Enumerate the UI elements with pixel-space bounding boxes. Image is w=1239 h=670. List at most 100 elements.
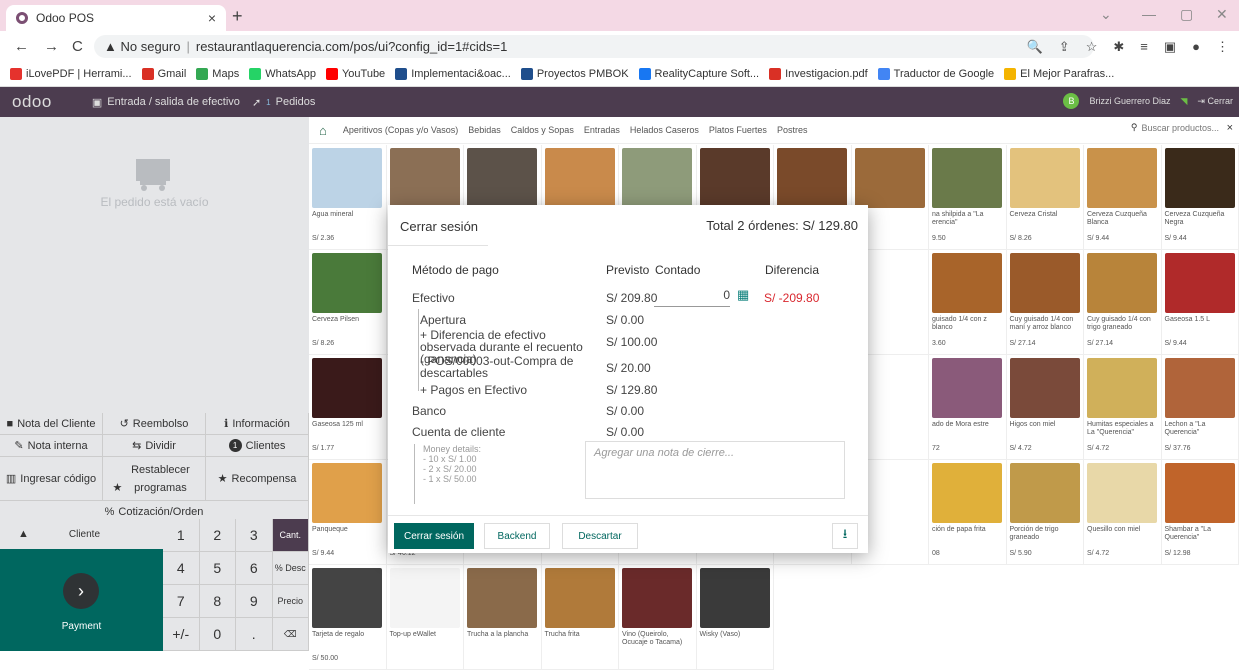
product-search[interactable]: ⚲ Buscar productos... × xyxy=(1131,122,1219,133)
key-0[interactable]: 0 xyxy=(200,618,237,651)
backspace-key[interactable]: ⌫ xyxy=(273,618,310,651)
sidepanel-icon[interactable]: ▣ xyxy=(1164,39,1176,55)
product-card[interactable]: Cerveza PilsenS/ 8.26 xyxy=(309,250,387,355)
product-card[interactable]: Shambar a "La Querencia"S/ 12.98 xyxy=(1162,460,1239,565)
home-icon[interactable]: ⌂ xyxy=(319,123,327,138)
product-card[interactable]: Humitas especiales a La "Querencia"S/ 4.… xyxy=(1084,355,1162,460)
internal-note-button[interactable]: ✎Nota interna xyxy=(0,435,103,457)
customer-note-button[interactable]: ■Nota del Cliente xyxy=(0,413,103,435)
search-input[interactable]: Buscar productos... xyxy=(1141,123,1219,133)
category-item[interactable]: Entradas xyxy=(584,125,620,135)
key-2[interactable]: 2 xyxy=(200,519,237,552)
closing-note-textarea[interactable]: Agregar una nota de cierre... xyxy=(585,441,845,499)
product-card[interactable]: Wisky (Vaso) xyxy=(697,565,775,670)
customers-button[interactable]: 1Clientes xyxy=(206,435,309,457)
reset-programs-button[interactable]: ★ Restablecer programas xyxy=(103,457,206,501)
product-card[interactable]: guisado 1/4 con z blanco3.60 xyxy=(929,250,1007,355)
bookmark-item[interactable]: YouTube xyxy=(326,68,385,80)
product-card[interactable]: Higos con mielS/ 4.72 xyxy=(1007,355,1085,460)
new-tab-button[interactable]: + xyxy=(232,6,243,27)
key-6[interactable]: 6 xyxy=(236,552,273,585)
extensions-icon[interactable]: ✱ xyxy=(1113,39,1124,55)
url-bar[interactable]: ▲ No seguro | restaurantlaquerencia.com/… xyxy=(94,35,1094,58)
cash-counted-input[interactable]: 0 xyxy=(654,288,730,307)
close-session-button[interactable]: Cerrar sesión xyxy=(394,523,474,549)
orders-button[interactable]: ➚1Pedidos xyxy=(252,96,315,109)
key-8[interactable]: 8 xyxy=(200,585,237,618)
quantity-mode-button[interactable]: Cant. xyxy=(273,519,310,552)
tab-close-icon[interactable]: × xyxy=(208,10,216,26)
enter-code-button[interactable]: ▥Ingresar código xyxy=(0,457,103,501)
product-card[interactable]: Cuy guisado 1/4 con trigo graneadoS/ 27.… xyxy=(1084,250,1162,355)
zoom-icon[interactable]: 🔍 xyxy=(1027,39,1043,55)
bookmark-item[interactable]: WhatsApp xyxy=(249,68,316,80)
product-card[interactable]: Trucha a la plancha xyxy=(464,565,542,670)
product-card[interactable]: Top-up eWallet xyxy=(387,565,465,670)
key-1[interactable]: 1 xyxy=(163,519,200,552)
clear-search-icon[interactable]: × xyxy=(1227,122,1233,134)
bookmark-item[interactable]: Gmail xyxy=(142,68,187,80)
download-icon[interactable]: ⭳ xyxy=(832,523,858,549)
bookmark-item[interactable]: iLovePDF | Herrami... xyxy=(10,68,132,80)
split-button[interactable]: ⇆Dividir xyxy=(103,435,206,457)
not-secure-indicator[interactable]: ▲ No seguro xyxy=(104,39,180,54)
product-card[interactable]: Tarjeta de regaloS/ 50.00 xyxy=(309,565,387,670)
key-5[interactable]: 5 xyxy=(200,552,237,585)
product-card[interactable]: Porción de trigo graneadoS/ 5.90 xyxy=(1007,460,1085,565)
key-4[interactable]: 4 xyxy=(163,552,200,585)
info-button[interactable]: ℹInformación xyxy=(206,413,309,435)
product-card[interactable]: Trucha frita xyxy=(542,565,620,670)
category-item[interactable]: Aperitivos (Copas y/o Vasos) xyxy=(343,125,458,135)
menu-icon[interactable]: ⋮ xyxy=(1216,39,1229,55)
payment-button[interactable]: › Payment xyxy=(0,549,163,651)
decimal-key[interactable]: . xyxy=(236,618,273,651)
bookmark-item[interactable]: El Mejor Parafras... xyxy=(1004,68,1114,80)
minimize-button[interactable]: — xyxy=(1142,6,1156,22)
category-item[interactable]: Platos Fuertes xyxy=(709,125,767,135)
browser-tab[interactable]: Odoo POS × xyxy=(6,5,226,31)
product-card[interactable]: ción de papa frita08 xyxy=(929,460,1007,565)
price-mode-button[interactable]: Precio xyxy=(273,585,310,618)
product-card[interactable]: Cerveza Cuzqueña BlancaS/ 9.44 xyxy=(1084,145,1162,250)
back-button[interactable]: ← xyxy=(14,38,29,55)
product-card[interactable]: Gaseosa 1.5 LS/ 9.44 xyxy=(1162,250,1239,355)
maximize-button[interactable]: ▢ xyxy=(1180,6,1193,23)
reward-button[interactable]: ★Recompensa xyxy=(206,457,309,501)
product-card[interactable]: Vino (Queirolo, Ocucaje o Tacama) xyxy=(619,565,697,670)
product-card[interactable]: Gaseosa 125 mlS/ 1.77 xyxy=(309,355,387,460)
product-card[interactable]: PanquequeS/ 9.44 xyxy=(309,460,387,565)
tab-search-icon[interactable]: ⌄ xyxy=(1100,6,1112,23)
bookmark-item[interactable]: Maps xyxy=(196,68,239,80)
close-window-button[interactable]: ✕ xyxy=(1216,6,1228,23)
reading-list-icon[interactable]: ≡ xyxy=(1140,39,1148,55)
url-text[interactable]: restaurantlaquerencia.com/pos/ui?config_… xyxy=(196,39,507,54)
close-pos-button[interactable]: ⇥ Cerrar xyxy=(1197,96,1233,107)
bookmark-item[interactable]: Investigacion.pdf xyxy=(769,68,868,80)
discount-mode-button[interactable]: % Desc xyxy=(273,552,310,585)
key-3[interactable]: 3 xyxy=(236,519,273,552)
user-avatar[interactable]: B xyxy=(1063,93,1079,109)
star-icon[interactable]: ☆ xyxy=(1086,39,1098,55)
product-card[interactable]: Cuy guisado 1/4 con maní y arroz blancoS… xyxy=(1007,250,1085,355)
bookmark-item[interactable]: Implementaci&oac... xyxy=(395,68,511,80)
profile-avatar-icon[interactable]: ● xyxy=(1192,39,1200,55)
calculator-icon[interactable]: ▦ xyxy=(737,287,751,301)
reload-button[interactable]: C xyxy=(72,38,83,55)
category-item[interactable]: Caldos y Sopas xyxy=(511,125,574,135)
refund-button[interactable]: ↺Reembolso xyxy=(103,413,206,435)
product-card[interactable]: na shilpida a "La erencia"9.50 xyxy=(929,145,1007,250)
bookmark-item[interactable]: Traductor de Google xyxy=(878,68,994,80)
product-card[interactable]: ado de Mora estre72 xyxy=(929,355,1007,460)
product-card[interactable]: Cerveza Cuzqueña NegraS/ 9.44 xyxy=(1162,145,1239,250)
product-card[interactable]: Lechon a "La Querencia"S/ 37.76 xyxy=(1162,355,1239,460)
product-card[interactable]: Agua mineralS/ 2.36 xyxy=(309,145,387,250)
key-7[interactable]: 7 xyxy=(163,585,200,618)
user-name[interactable]: Brizzi Guerrero Diaz xyxy=(1089,96,1170,106)
forward-button[interactable]: → xyxy=(44,38,59,55)
key-9[interactable]: 9 xyxy=(236,585,273,618)
cash-in-out-button[interactable]: ▣Entrada / salida de efectivo xyxy=(92,96,240,109)
category-item[interactable]: Bebidas xyxy=(468,125,501,135)
product-card[interactable]: Quesillo con mielS/ 4.72 xyxy=(1084,460,1162,565)
set-customer-button[interactable]: ▲ Cliente xyxy=(0,519,164,550)
product-card[interactable]: Cerveza CristalS/ 8.26 xyxy=(1007,145,1085,250)
